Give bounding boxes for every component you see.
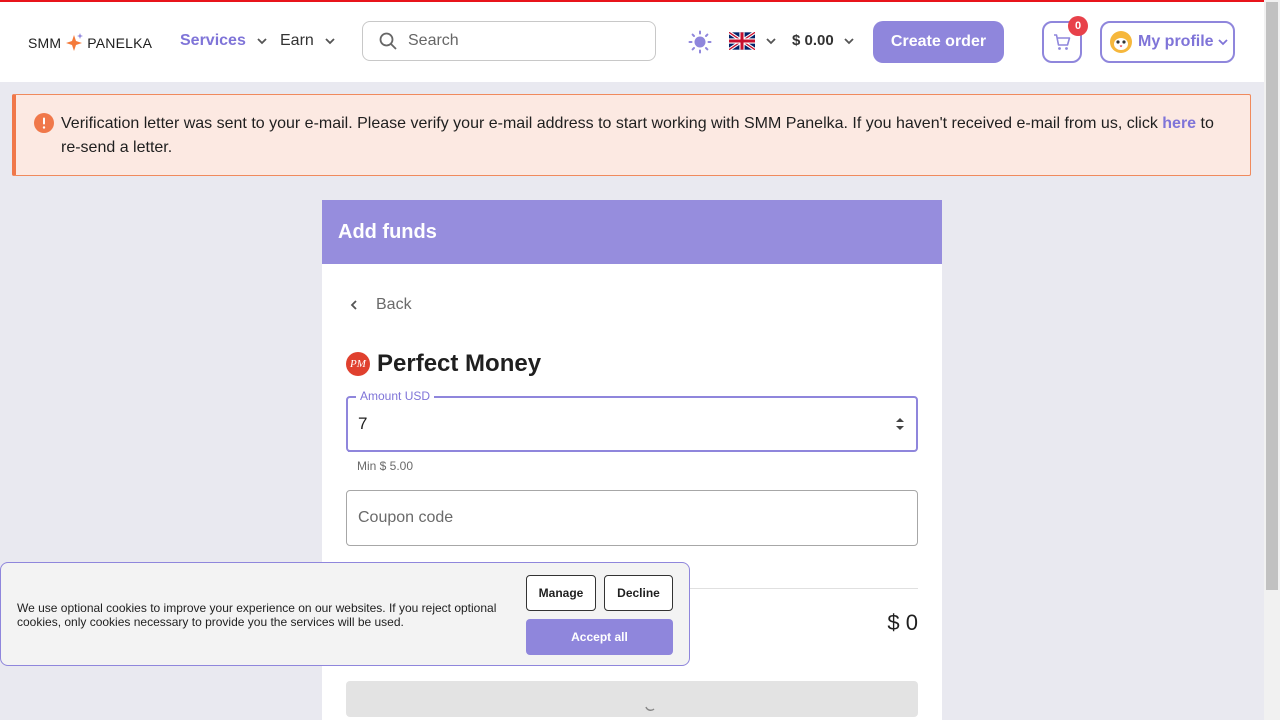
cookie-decline-button[interactable]: Decline [604,575,673,611]
logo-text-left: SMM [28,35,62,51]
chevron-down-icon [1217,39,1228,46]
payment-method-title: Perfect Money [377,350,542,377]
scrollbar-thumb[interactable] [1266,2,1278,590]
page-title: Add funds [338,220,437,243]
alert-text: Verification letter was sent to your e-m… [61,115,1163,132]
my-profile-button[interactable]: My profile [1100,21,1235,63]
perfect-money-logo: PM [346,352,370,376]
site-logo[interactable]: SMM PANELKA [28,32,152,54]
balance-dropdown[interactable]: $ 0.00 [792,32,855,49]
search-icon [379,32,397,50]
amount-field[interactable]: Amount USD [346,389,918,452]
total-amount: $ 0 [887,610,918,635]
search-input[interactable] [408,32,648,50]
sun-icon[interactable] [688,30,712,54]
cart-count-badge: 0 [1068,16,1088,36]
chevron-down-icon [766,38,776,45]
logo-text-right: PANELKA [87,35,153,51]
create-order-button[interactable]: Create order [873,21,1004,63]
language-selector[interactable] [729,32,777,50]
amount-input[interactable] [358,410,878,438]
number-stepper-icon[interactable] [894,414,906,434]
chevron-left-icon [350,300,357,310]
back-button[interactable]: Back [348,296,412,314]
resend-link[interactable]: here [1162,115,1196,132]
cart-icon [1054,34,1071,50]
alert-message: Verification letter was sent to your e-m… [61,112,1236,160]
chevron-down-icon [844,37,854,44]
cookie-banner: We use optional cookies to improve your … [0,562,690,666]
nav-services-label: Services [180,32,246,49]
coupon-field[interactable] [346,490,918,546]
cookie-text: We use optional cookies to improve your … [17,601,497,629]
balance-value: $ 0.00 [792,32,834,49]
nav-earn-label: Earn [280,32,314,49]
nav-services[interactable]: Services [180,30,268,52]
cat-avatar-icon [1110,31,1132,53]
card-header: Add funds [322,200,942,264]
my-profile-label: My profile [1138,33,1214,50]
nav-earn[interactable]: Earn [280,30,336,52]
chevron-down-icon [257,38,267,45]
loading-spinner-icon [645,706,655,711]
warning-icon [34,113,54,133]
coupon-input[interactable] [358,505,898,531]
verification-alert: Verification letter was sent to your e-m… [12,94,1251,176]
amount-field-focus-bar [348,450,478,452]
cookie-accept-all-button[interactable]: Accept all [526,619,673,655]
amount-label: Amount USD [356,389,435,403]
payment-method: PM Perfect Money [346,350,541,378]
cookie-manage-button[interactable]: Manage [526,575,596,611]
search-bar[interactable] [362,21,656,61]
sparkle-icon [66,33,84,51]
back-label: Back [376,296,412,313]
pay-button[interactable] [346,681,918,717]
chevron-down-icon [325,38,335,45]
top-header: SMM PANELKA Services Earn Search $ 0.00 … [0,2,1264,82]
uk-flag-icon [729,32,755,50]
amount-min-hint: Min $ 5.00 [357,459,414,473]
